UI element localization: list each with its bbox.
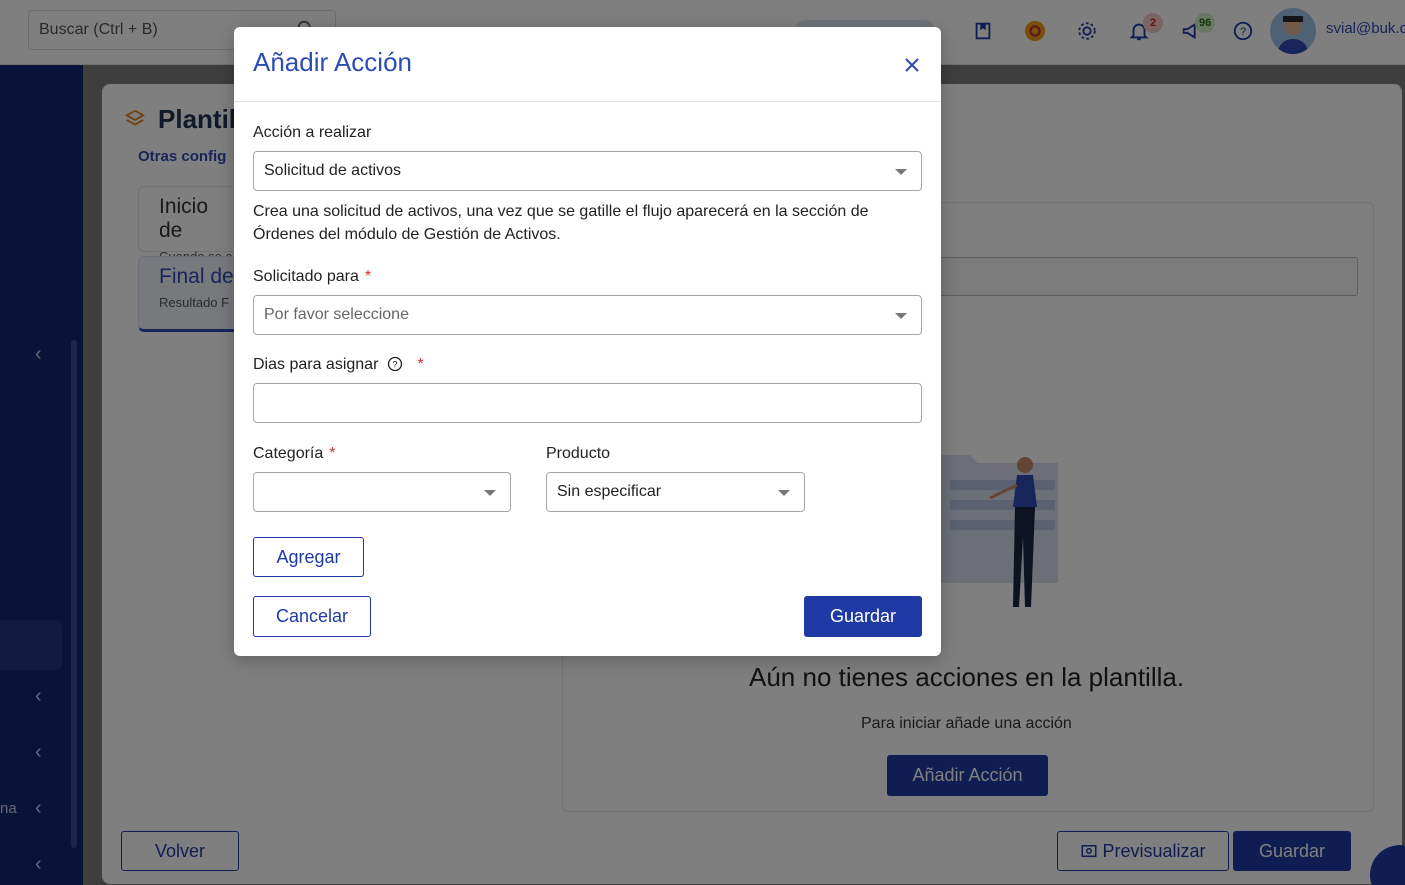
modal-title: Añadir Acción xyxy=(253,47,412,77)
action-label: Acción a realizar xyxy=(253,124,372,141)
close-button[interactable] xyxy=(900,53,924,77)
chevron-down-icon xyxy=(895,169,907,175)
add-button[interactable]: Agregar xyxy=(253,537,364,577)
required-mark: * xyxy=(329,445,336,462)
product-select-value: Sin especificar xyxy=(557,483,662,500)
svg-text:?: ? xyxy=(392,360,397,370)
cancel-button[interactable]: Cancelar xyxy=(253,596,371,637)
requested-for-placeholder: Por favor seleccione xyxy=(264,306,409,323)
add-action-modal: Añadir Acción Acción a realizar Solicitu… xyxy=(234,27,941,656)
category-select[interactable] xyxy=(253,472,511,512)
product-select[interactable]: Sin especificar xyxy=(546,472,805,512)
modal-save-button[interactable]: Guardar xyxy=(804,596,922,637)
requested-for-label-text: Solicitado para xyxy=(253,268,359,285)
modal-header: Añadir Acción xyxy=(234,27,941,102)
help-icon[interactable]: ? xyxy=(387,356,403,372)
requested-for-label: Solicitado para * xyxy=(253,268,371,286)
days-input[interactable] xyxy=(253,383,922,423)
required-mark: * xyxy=(417,356,424,373)
action-description: Crea una solicitud de activos, una vez q… xyxy=(253,203,869,243)
action-select-value: Solicitud de activos xyxy=(264,162,401,179)
requested-for-select[interactable]: Por favor seleccione xyxy=(253,295,922,335)
days-label-text: Dias para asignar xyxy=(253,356,379,373)
close-icon xyxy=(905,58,919,72)
days-label: Dias para asignar ? * xyxy=(253,356,424,374)
required-mark: * xyxy=(364,268,372,285)
category-label: Categoría * xyxy=(253,445,336,463)
action-select[interactable]: Solicitud de activos xyxy=(253,151,922,191)
product-label: Producto xyxy=(546,445,611,462)
chevron-down-icon xyxy=(484,490,496,496)
chevron-down-icon xyxy=(778,490,790,496)
chevron-down-icon xyxy=(895,313,907,319)
category-label-text: Categoría xyxy=(253,445,324,462)
